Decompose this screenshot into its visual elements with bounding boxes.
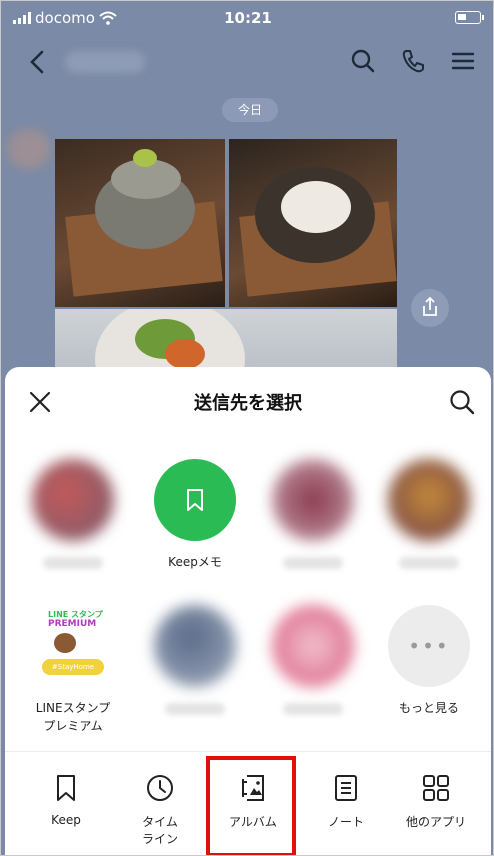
bear-icon [54,633,76,653]
search-icon[interactable] [447,387,477,417]
back-icon[interactable] [23,47,53,77]
avatar [272,605,354,687]
contact-label: もっと見る [398,701,459,715]
chat-name-blurred [65,51,145,73]
avatar [32,459,114,541]
avatar [272,459,354,541]
tab-label: ノート [327,815,364,829]
tab-timeline[interactable]: タイム ライン [115,773,205,847]
more-icon: ••• [388,605,470,687]
search-icon[interactable] [349,47,377,75]
battery-icon [455,11,484,24]
tab-label: Keep [51,813,81,827]
avatar [388,459,470,541]
contact-item[interactable] [377,459,481,569]
bookmark-icon [187,489,203,511]
stamp-premium-avatar: LINE スタンプ PREMIUM #StayHome [32,605,114,687]
contact-label: LINEスタンプ プレミアム [35,701,111,733]
contact-name-blurred [399,557,459,569]
bookmark-icon [57,775,75,801]
contact-item[interactable] [261,459,365,569]
tab-label: タイム ライン [141,815,178,846]
sheet-title: 送信先を選択 [194,393,302,414]
tab-note[interactable]: ノート [301,773,391,830]
contact-name-blurred [43,557,103,569]
contact-name-blurred [283,557,343,569]
status-bar: docomo 10:21 [1,1,493,35]
premium-badge-line2: PREMIUM [48,619,97,629]
sheet-divider [5,751,491,752]
sender-avatar[interactable] [7,129,51,169]
clock-icon [147,775,173,801]
avatar [154,605,236,687]
screen: docomo 10:21 今日 送信先を選択 Keepメモ LINE スタンプ … [0,0,494,856]
contact-name-blurred [165,703,225,715]
chat-header [1,35,493,91]
note-icon [335,775,357,801]
keep-memo-avatar [154,459,236,541]
album-highlight-frame [206,756,296,855]
contact-item-keep-memo[interactable]: Keepメモ [143,459,247,571]
share-button[interactable] [411,289,449,327]
phone-icon[interactable] [399,47,427,75]
food-photo-2[interactable] [229,139,397,307]
contact-item[interactable] [261,605,365,715]
contact-name-blurred [283,703,343,715]
menu-icon[interactable] [449,47,477,75]
food-photo-3[interactable] [55,309,397,375]
tab-keep[interactable]: Keep [21,773,111,827]
grid-icon [423,775,449,801]
date-separator: 今日 [222,98,278,122]
clock-time: 10:21 [224,9,272,27]
contact-item-line-stamp-premium[interactable]: LINE スタンプ PREMIUM #StayHome LINEスタンプ プレミ… [21,605,125,735]
contact-item[interactable] [143,605,247,715]
premium-badge-tag: #StayHome [42,659,104,675]
tab-label: 他のアプリ [405,815,466,829]
share-icon [423,296,437,316]
food-photo-1[interactable] [55,139,225,307]
contact-item-more[interactable]: ••• もっと見る [377,605,481,717]
tab-other-apps[interactable]: 他のアプリ [391,773,481,830]
contact-item[interactable] [21,459,125,569]
contact-label: Keepメモ [168,555,222,569]
